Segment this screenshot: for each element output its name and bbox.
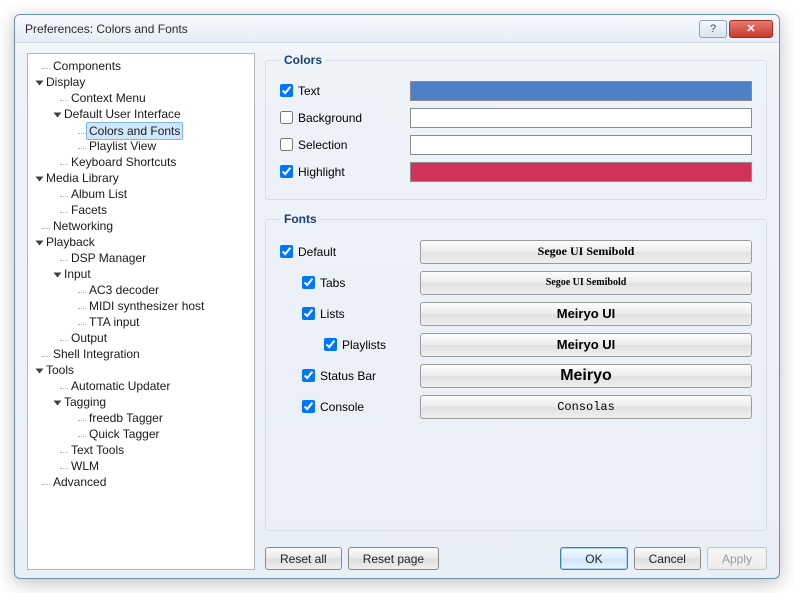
tree-media-library[interactable]: Media Library bbox=[32, 170, 254, 186]
fonts-group: Fonts Default Segoe UI Semibold Tabs Seg… bbox=[265, 212, 767, 531]
font-row-playlists: Playlists Meiryo UI bbox=[280, 329, 752, 360]
reset-all-button[interactable]: Reset all bbox=[265, 547, 342, 570]
colors-legend: Colors bbox=[280, 53, 326, 67]
playlists-label: Playlists bbox=[342, 338, 386, 352]
tabs-label: Tabs bbox=[320, 276, 345, 290]
status-label: Status Bar bbox=[320, 369, 376, 383]
chevron-down-icon[interactable] bbox=[54, 400, 62, 405]
tree-tta[interactable]: TTA input bbox=[32, 314, 254, 330]
tree-tools[interactable]: Tools bbox=[32, 362, 254, 378]
highlight-color-swatch[interactable] bbox=[410, 162, 752, 182]
font-row-lists: Lists Meiryo UI bbox=[280, 298, 752, 329]
apply-button[interactable]: Apply bbox=[707, 547, 767, 570]
tree-playback[interactable]: Playback bbox=[32, 234, 254, 250]
tree-ac3[interactable]: AC3 decoder bbox=[32, 282, 254, 298]
tree-album-list[interactable]: Album List bbox=[32, 186, 254, 202]
status-font-button[interactable]: Meiryo bbox=[420, 364, 752, 388]
colors-group: Colors Text Background Selection Highlig… bbox=[265, 53, 767, 200]
lists-font-button[interactable]: Meiryo UI bbox=[420, 302, 752, 326]
chevron-down-icon[interactable] bbox=[36, 176, 44, 181]
color-row-highlight: Highlight bbox=[280, 158, 752, 185]
selection-checkbox[interactable] bbox=[280, 138, 293, 151]
tree-kbd[interactable]: Keyboard Shortcuts bbox=[32, 154, 254, 170]
playlists-font-button[interactable]: Meiryo UI bbox=[420, 333, 752, 357]
window-title: Preferences: Colors and Fonts bbox=[25, 22, 697, 36]
background-checkbox[interactable] bbox=[280, 111, 293, 124]
tree-midi[interactable]: MIDI synthesizer host bbox=[32, 298, 254, 314]
highlight-label: Highlight bbox=[298, 165, 345, 179]
close-button[interactable]: ✕ bbox=[729, 20, 773, 38]
tree-quick[interactable]: Quick Tagger bbox=[32, 426, 254, 442]
font-row-status: Status Bar Meiryo bbox=[280, 360, 752, 391]
tree-networking[interactable]: Networking bbox=[32, 218, 254, 234]
tree-components[interactable]: Components bbox=[32, 58, 254, 74]
nav-tree[interactable]: Components Display Context Menu Default … bbox=[27, 53, 255, 570]
tree-shell[interactable]: Shell Integration bbox=[32, 346, 254, 362]
playlists-checkbox[interactable] bbox=[324, 338, 337, 351]
tree-facets[interactable]: Facets bbox=[32, 202, 254, 218]
font-row-console: Console Consolas bbox=[280, 391, 752, 422]
titlebar: Preferences: Colors and Fonts ? ✕ bbox=[15, 15, 779, 43]
console-font-button[interactable]: Consolas bbox=[420, 395, 752, 419]
tree-colors-fonts[interactable]: Colors and Fonts bbox=[32, 122, 254, 138]
tree-advanced[interactable]: Advanced bbox=[32, 474, 254, 490]
default-font-button[interactable]: Segoe UI Semibold bbox=[420, 240, 752, 264]
chevron-down-icon[interactable] bbox=[36, 240, 44, 245]
selection-color-swatch[interactable] bbox=[410, 135, 752, 155]
tree-dsp[interactable]: DSP Manager bbox=[32, 250, 254, 266]
dialog-footer: Reset all Reset page OK Cancel Apply bbox=[265, 543, 767, 570]
tree-freedb[interactable]: freedb Tagger bbox=[32, 410, 254, 426]
tree-input[interactable]: Input bbox=[32, 266, 254, 282]
cancel-button[interactable]: Cancel bbox=[634, 547, 701, 570]
selection-label: Selection bbox=[298, 138, 347, 152]
background-label: Background bbox=[298, 111, 362, 125]
tree-tagging[interactable]: Tagging bbox=[32, 394, 254, 410]
tree-playlist-view[interactable]: Playlist View bbox=[32, 138, 254, 154]
default-checkbox[interactable] bbox=[280, 245, 293, 258]
lists-label: Lists bbox=[320, 307, 345, 321]
background-color-swatch[interactable] bbox=[410, 108, 752, 128]
lists-checkbox[interactable] bbox=[302, 307, 315, 320]
font-row-default: Default Segoe UI Semibold bbox=[280, 236, 752, 267]
color-row-text: Text bbox=[280, 77, 752, 104]
chevron-down-icon[interactable] bbox=[36, 368, 44, 373]
chevron-down-icon[interactable] bbox=[36, 80, 44, 85]
default-label: Default bbox=[298, 245, 336, 259]
tree-texttools[interactable]: Text Tools bbox=[32, 442, 254, 458]
console-label: Console bbox=[320, 400, 364, 414]
status-checkbox[interactable] bbox=[302, 369, 315, 382]
help-button[interactable]: ? bbox=[699, 20, 727, 38]
text-checkbox[interactable] bbox=[280, 84, 293, 97]
tree-output[interactable]: Output bbox=[32, 330, 254, 346]
tree-autoup[interactable]: Automatic Updater bbox=[32, 378, 254, 394]
chevron-down-icon[interactable] bbox=[54, 272, 62, 277]
fonts-legend: Fonts bbox=[280, 212, 321, 226]
tree-dui[interactable]: Default User Interface bbox=[32, 106, 254, 122]
tabs-font-button[interactable]: Segoe UI Semibold bbox=[420, 271, 752, 295]
color-row-selection: Selection bbox=[280, 131, 752, 158]
chevron-down-icon[interactable] bbox=[54, 112, 62, 117]
preferences-window: Preferences: Colors and Fonts ? ✕ Compon… bbox=[14, 14, 780, 579]
tree-context-menu[interactable]: Context Menu bbox=[32, 90, 254, 106]
highlight-checkbox[interactable] bbox=[280, 165, 293, 178]
tree-wlm[interactable]: WLM bbox=[32, 458, 254, 474]
text-label: Text bbox=[298, 84, 320, 98]
console-checkbox[interactable] bbox=[302, 400, 315, 413]
tabs-checkbox[interactable] bbox=[302, 276, 315, 289]
color-row-background: Background bbox=[280, 104, 752, 131]
font-row-tabs: Tabs Segoe UI Semibold bbox=[280, 267, 752, 298]
text-color-swatch[interactable] bbox=[410, 81, 752, 101]
tree-display[interactable]: Display bbox=[32, 74, 254, 90]
reset-page-button[interactable]: Reset page bbox=[348, 547, 439, 570]
ok-button[interactable]: OK bbox=[560, 547, 627, 570]
